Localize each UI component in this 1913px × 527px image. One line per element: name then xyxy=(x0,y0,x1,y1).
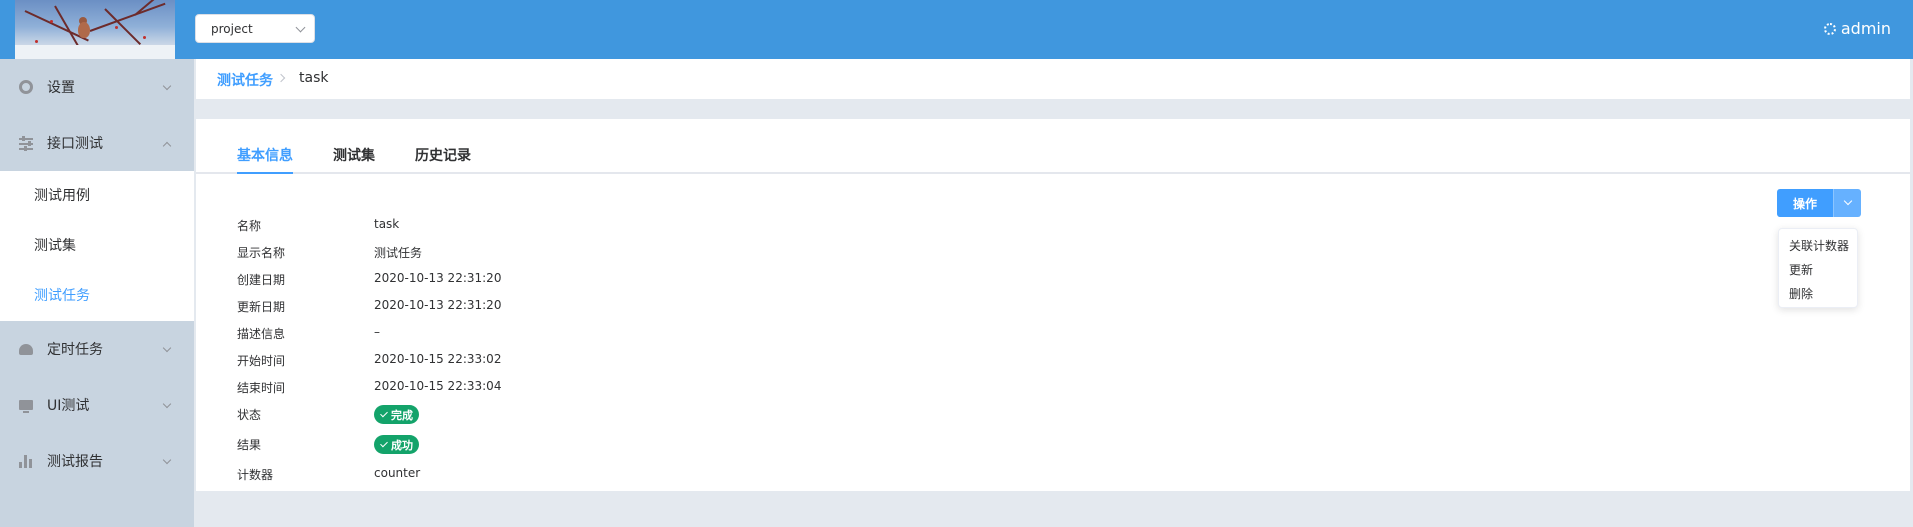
description-label: 描述信息 xyxy=(237,327,286,341)
breadcrumb: 测试任务 task xyxy=(196,59,1910,99)
user-menu[interactable]: admin xyxy=(1823,19,1891,38)
tab-test-suites[interactable]: 测试集 xyxy=(333,145,375,165)
check-icon xyxy=(380,439,388,447)
logo-image xyxy=(15,0,175,59)
project-select-value: project xyxy=(211,22,253,36)
counter-value: counter xyxy=(374,466,421,480)
description-value: – xyxy=(374,325,380,339)
display-name-label: 显示名称 xyxy=(237,246,286,260)
sidebar-item-test-suites[interactable]: 测试集 xyxy=(34,235,76,255)
sidebar-item-test-cases[interactable]: 测试用例 xyxy=(34,185,90,205)
result-badge-text: 成功 xyxy=(391,438,413,452)
sidebar-item-label: 接口测试 xyxy=(47,136,103,152)
actions-dropdown-toggle[interactable] xyxy=(1833,189,1861,217)
submenu-api-test: 测试用例 测试集 测试任务 xyxy=(0,171,194,321)
user-name: admin xyxy=(1840,19,1891,38)
bar-chart-icon xyxy=(19,454,33,468)
breadcrumb-current: task xyxy=(299,70,329,86)
project-select[interactable]: project xyxy=(195,14,315,43)
sidebar-item-scheduled-tasks[interactable]: 定时任务 xyxy=(0,321,194,377)
sidebar-item-ui-test[interactable]: UI测试 xyxy=(0,377,194,433)
status-label: 状态 xyxy=(237,408,262,422)
end-time-value: 2020-10-15 22:33:04 xyxy=(374,379,502,393)
monitor-icon xyxy=(19,400,33,413)
sidebar-item-settings[interactable]: 设置 xyxy=(0,59,194,115)
chevron-right-icon xyxy=(276,73,286,83)
actions-button[interactable]: 操作 xyxy=(1777,189,1833,217)
created-label: 创建日期 xyxy=(237,273,286,287)
name-label: 名称 xyxy=(237,219,262,233)
tab-history[interactable]: 历史记录 xyxy=(415,145,471,165)
sidebar-item-test-reports[interactable]: 测试报告 xyxy=(0,433,194,489)
menu-item-update[interactable]: 更新 xyxy=(1789,261,1813,278)
status-badge: 完成 xyxy=(374,405,419,424)
task-detail-panel: 基本信息 测试集 历史记录 名称 task 显示名称 测试任务 创建日期 202… xyxy=(196,119,1910,491)
start-time-label: 开始时间 xyxy=(237,354,286,368)
bell-icon xyxy=(19,343,33,355)
chevron-down-icon xyxy=(295,22,306,33)
end-time-label: 结束时间 xyxy=(237,381,286,395)
check-icon xyxy=(380,409,388,417)
chevron-down-icon xyxy=(162,399,172,409)
top-header: project admin xyxy=(0,0,1913,59)
sidebar-item-label: 定时任务 xyxy=(47,342,103,358)
gear-icon xyxy=(19,80,33,94)
actions-split-button: 操作 xyxy=(1777,189,1861,217)
menu-item-link-counter[interactable]: 关联计数器 xyxy=(1789,237,1849,254)
tab-bar: 基本信息 测试集 历史记录 xyxy=(196,119,1910,174)
status-badge-text: 完成 xyxy=(391,408,413,422)
sidebar: 设置 接口测试 测试用例 测试集 测试任务 定时任务 UI测试 测试报告 xyxy=(0,59,194,527)
result-label: 结果 xyxy=(237,438,262,452)
created-value: 2020-10-13 22:31:20 xyxy=(374,271,502,285)
sliders-icon xyxy=(19,136,33,151)
sidebar-item-label: 测试报告 xyxy=(47,454,103,470)
menu-item-delete[interactable]: 删除 xyxy=(1789,285,1813,302)
tab-basic-info[interactable]: 基本信息 xyxy=(237,145,293,165)
result-badge: 成功 xyxy=(374,435,419,454)
updated-label: 更新日期 xyxy=(237,300,286,314)
sidebar-item-test-tasks[interactable]: 测试任务 xyxy=(34,285,90,305)
display-name-value: 测试任务 xyxy=(374,246,423,260)
chevron-down-icon xyxy=(162,81,172,91)
actions-dropdown-menu: 关联计数器 更新 删除 xyxy=(1778,228,1858,308)
chevron-down-icon xyxy=(162,455,172,465)
sidebar-item-label: UI测试 xyxy=(47,398,90,414)
sidebar-item-api-test[interactable]: 接口测试 xyxy=(0,115,194,171)
counter-label: 计数器 xyxy=(237,468,274,482)
breadcrumb-parent-link[interactable]: 测试任务 xyxy=(217,70,273,90)
sidebar-item-label: 设置 xyxy=(47,80,75,96)
chevron-down-icon xyxy=(162,343,172,353)
active-tab-indicator xyxy=(237,172,293,174)
chevron-up-icon xyxy=(162,141,172,151)
updated-value: 2020-10-13 22:31:20 xyxy=(374,298,502,312)
name-value: task xyxy=(374,217,400,231)
start-time-value: 2020-10-15 22:33:02 xyxy=(374,352,502,366)
gear-icon xyxy=(1823,22,1836,35)
